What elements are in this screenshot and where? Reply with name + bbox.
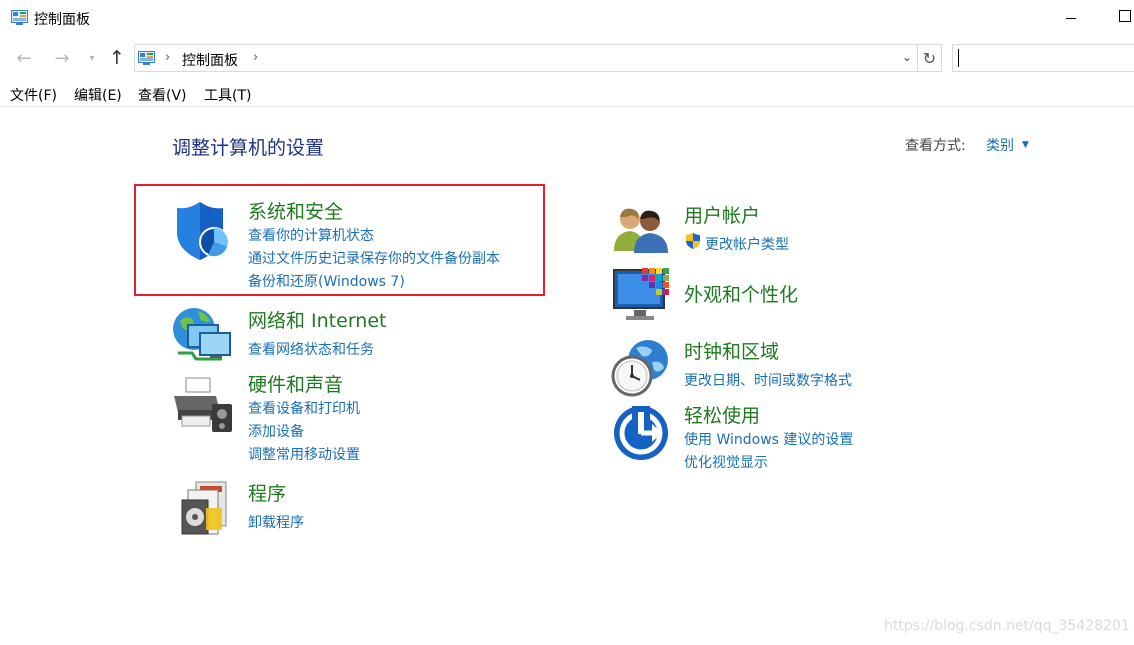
address-bar[interactable]: › 控制面板 › ⌄ xyxy=(134,44,918,72)
link-file-history-backup[interactable]: 通过文件历史记录保存你的文件备份副本 xyxy=(248,248,500,268)
category-network-title[interactable]: 网络和 Internet xyxy=(248,306,386,333)
category-user-accounts-title[interactable]: 用户帐户 xyxy=(684,201,760,228)
breadcrumb-chevron-icon[interactable]: › xyxy=(165,50,170,65)
menu-edit[interactable]: 编辑(E) xyxy=(74,85,122,105)
uac-shield-icon xyxy=(686,233,700,249)
link-network-status[interactable]: 查看网络状态和任务 xyxy=(248,339,374,359)
network-globe-icon[interactable] xyxy=(172,305,236,363)
link-view-computer-status[interactable]: 查看你的计算机状态 xyxy=(248,225,374,245)
category-appearance-title[interactable]: 外观和个性化 xyxy=(684,280,798,307)
breadcrumb-chevron-icon[interactable]: › xyxy=(253,50,258,65)
link-backup-restore[interactable]: 备份和还原(Windows 7) xyxy=(248,271,405,291)
appearance-monitor-icon[interactable] xyxy=(612,266,672,326)
view-by-label: 查看方式: xyxy=(905,138,966,154)
link-mobility-settings[interactable]: 调整常用移动设置 xyxy=(248,444,360,464)
recent-locations-chevron-icon[interactable]: ▾ xyxy=(80,46,104,70)
menu-tools[interactable]: 工具(T) xyxy=(204,85,251,105)
clock-globe-icon[interactable] xyxy=(610,338,670,398)
dropdown-arrow-icon[interactable]: ▼ xyxy=(1022,140,1029,150)
link-recommended-settings[interactable]: 使用 Windows 建议的设置 xyxy=(684,429,853,449)
link-uninstall-program[interactable]: 卸载程序 xyxy=(248,512,304,532)
page-title: 调整计算机的设置 xyxy=(172,137,325,159)
back-arrow-icon[interactable]: ← xyxy=(12,46,36,70)
maximize-button[interactable] xyxy=(1119,10,1131,22)
link-optimize-visual-display[interactable]: 优化视觉显示 xyxy=(684,452,768,472)
link-change-date-time-format[interactable]: 更改日期、时间或数字格式 xyxy=(684,370,852,390)
ease-of-access-icon[interactable] xyxy=(612,404,670,462)
menu-view[interactable]: 查看(V) xyxy=(138,85,187,105)
forward-arrow-icon[interactable]: → xyxy=(50,46,74,70)
link-devices-printers[interactable]: 查看设备和打印机 xyxy=(248,398,360,418)
title-bar: 控制面板 xyxy=(0,0,1134,36)
category-ease-of-access-title[interactable]: 轻松使用 xyxy=(684,401,760,428)
breadcrumb-control-panel[interactable]: 控制面板 xyxy=(182,50,238,70)
watermark: https://blog.csdn.net/qq_35428201 xyxy=(884,618,1130,634)
minimize-button[interactable] xyxy=(1064,6,1080,26)
menu-bar: 文件(F) 编辑(E) 查看(V) 工具(T) xyxy=(0,82,1134,107)
text-cursor xyxy=(958,49,959,67)
menu-file[interactable]: 文件(F) xyxy=(10,85,57,105)
window-title: 控制面板 xyxy=(34,12,90,28)
shield-icon[interactable] xyxy=(174,200,230,262)
category-programs-title[interactable]: 程序 xyxy=(248,479,286,506)
search-input[interactable] xyxy=(952,44,1134,72)
category-clock-region-title[interactable]: 时钟和区域 xyxy=(684,337,779,364)
control-panel-icon xyxy=(11,10,28,25)
printer-icon[interactable] xyxy=(172,376,236,434)
up-arrow-icon[interactable]: ↑ xyxy=(105,46,129,70)
view-by-dropdown[interactable]: 类别 xyxy=(986,135,1014,155)
user-accounts-icon[interactable] xyxy=(612,205,670,253)
address-dropdown-chevron-icon[interactable]: ⌄ xyxy=(902,50,912,64)
category-system-security-title[interactable]: 系统和安全 xyxy=(248,197,343,224)
programs-icon[interactable] xyxy=(178,480,232,536)
link-change-account-type[interactable]: 更改帐户类型 xyxy=(705,234,789,254)
refresh-icon[interactable]: ↻ xyxy=(918,44,942,72)
category-hardware-sound-title[interactable]: 硬件和声音 xyxy=(248,370,343,397)
link-add-device[interactable]: 添加设备 xyxy=(248,421,304,441)
control-panel-icon xyxy=(138,51,155,65)
